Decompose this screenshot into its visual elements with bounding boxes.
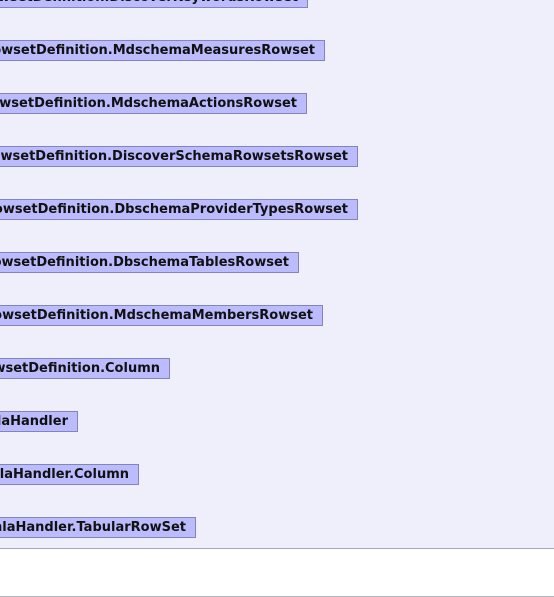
class-node[interactable]: RowsetDefinition.DbschemaTablesRowset (0, 252, 299, 273)
class-node-label: RowsetDefinition.DbschemaProviderTypesRo… (0, 202, 348, 217)
class-node-label: RowsetDefinition.DiscoverKeywordsRowset (0, 0, 298, 5)
class-node-label: RowsetDefinition.MdschemaMembersRowset (0, 308, 313, 323)
class-node[interactable]: XmlaHandler.TabularRowSet (0, 517, 196, 538)
class-node-label: XmlaHandler.TabularRowSet (0, 520, 186, 535)
class-node[interactable]: RowsetDefinition.DiscoverSchemaRowsetsRo… (0, 146, 358, 167)
class-node[interactable]: RowsetDefinition.MdschemaMembersRowset (0, 305, 323, 326)
class-node-label: RowsetDefinition.DbschemaTablesRowset (0, 255, 289, 270)
class-node-label: RowsetDefinition.Column (0, 361, 160, 376)
class-node[interactable]: RowsetDefinition.DiscoverKeywordsRowset (0, 0, 308, 8)
class-node-label: RowsetDefinition.MdschemaActionsRowset (0, 96, 297, 111)
class-node[interactable]: XmlaHandler.Column (0, 464, 139, 485)
class-node[interactable]: RowsetDefinition.DbschemaProviderTypesRo… (0, 199, 358, 220)
class-node[interactable]: XmlaHandler (0, 411, 78, 432)
class-node-label: RowsetDefinition.DiscoverSchemaRowsetsRo… (0, 149, 348, 164)
class-node[interactable]: RowsetDefinition.MdschemaActionsRowset (0, 93, 307, 114)
class-node[interactable]: RowsetDefinition.MdschemaMeasuresRowset (0, 40, 325, 61)
class-node[interactable]: RowsetDefinition.Column (0, 358, 170, 379)
class-diagram: RowsetDefinition.DiscoverKeywordsRowset R… (0, 0, 554, 549)
class-node-label: XmlaHandler (0, 414, 68, 429)
class-node-label: RowsetDefinition.MdschemaMeasuresRowset (0, 43, 315, 58)
class-node-label: XmlaHandler.Column (0, 467, 129, 482)
